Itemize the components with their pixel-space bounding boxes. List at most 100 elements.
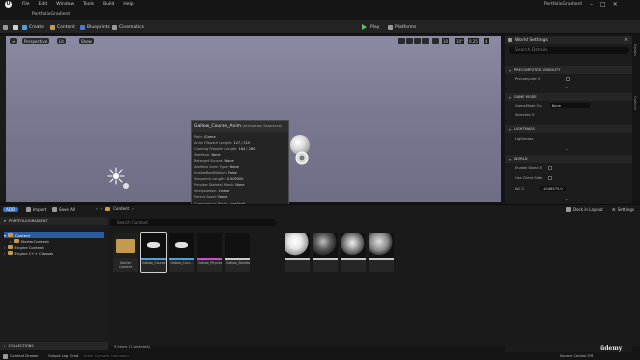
section-world[interactable]: ▾ WORLD bbox=[505, 155, 632, 163]
rail-tab-details[interactable]: Details bbox=[633, 44, 637, 56]
scale-snap-value[interactable]: 0.25 bbox=[468, 38, 479, 44]
select-icon[interactable] bbox=[398, 38, 405, 44]
dock-in-layout-button[interactable]: Dock in Layout bbox=[566, 206, 603, 213]
save-all-button[interactable]: Save All bbox=[52, 206, 75, 213]
world-local-icon[interactable] bbox=[432, 38, 439, 44]
tooltip-property-value: Linear bbox=[218, 189, 230, 194]
asset-tile[interactable] bbox=[369, 233, 394, 272]
asset-tile[interactable]: Gallow_Course bbox=[140, 232, 167, 273]
world-settings-header: World Settings × bbox=[505, 36, 632, 44]
perspective-button[interactable]: Perspective bbox=[22, 38, 50, 44]
asset-type-bar bbox=[197, 258, 222, 260]
enable-world-composition-prop: Enable World E bbox=[515, 166, 553, 170]
menu-tools[interactable]: Tools bbox=[83, 2, 94, 7]
game-mode-select[interactable]: None bbox=[549, 103, 590, 108]
asset-name: Gallow_Course bbox=[142, 261, 166, 265]
blueprints-button[interactable]: Blueprints bbox=[80, 23, 110, 31]
rail-tab-outliner[interactable]: Outliner bbox=[633, 96, 637, 110]
content-button[interactable]: Content bbox=[50, 23, 75, 31]
menu-file[interactable]: File bbox=[22, 2, 30, 7]
add-button[interactable]: ADD bbox=[3, 206, 18, 213]
camera-speed-value[interactable]: 4 bbox=[484, 38, 489, 44]
asset-thumbnail bbox=[197, 233, 222, 258]
world-settings-icon bbox=[508, 38, 512, 42]
output-log-button[interactable]: Output Log bbox=[48, 353, 68, 359]
back-icon[interactable]: ‹ bbox=[96, 206, 98, 211]
left-dock-rail bbox=[0, 36, 6, 202]
asset-thumbnail bbox=[141, 233, 166, 258]
use-client-side-checkbox[interactable] bbox=[548, 176, 553, 180]
breadcrumb-content[interactable]: Content bbox=[113, 206, 129, 211]
breadcrumb: ‹ › Content › bbox=[96, 206, 134, 211]
asset-tile[interactable] bbox=[341, 233, 366, 272]
source-control-button[interactable]: Source Control Off bbox=[560, 353, 593, 359]
content-search-input[interactable]: Search Content bbox=[110, 219, 276, 226]
unreal-logo-icon[interactable]: U bbox=[5, 1, 12, 8]
asset-name: Gallow_Cour... bbox=[170, 261, 193, 265]
game-mode-override-prop: GameMode Ov None bbox=[515, 103, 590, 108]
select-mode-icon[interactable] bbox=[13, 23, 18, 31]
point-light-icon[interactable] bbox=[106, 166, 132, 192]
menu-window[interactable]: Window bbox=[56, 2, 74, 7]
chevron-down-icon[interactable]: ⌄ bbox=[565, 146, 568, 151]
menu-build[interactable]: Build bbox=[103, 2, 114, 7]
grid-snap-value[interactable]: 10 bbox=[442, 38, 450, 44]
asset-name: Gallow_Physicsasset bbox=[198, 261, 222, 265]
tooltip-property-key: Parent Asset: bbox=[194, 195, 218, 200]
close-icon[interactable]: × bbox=[624, 37, 628, 43]
kill-z-input[interactable]: -1048575.0 bbox=[539, 186, 566, 191]
details-search-input[interactable]: Search Details bbox=[509, 47, 629, 54]
section-precomputed-visibility[interactable]: ▾ PRECOMPUTED VISIBILITY bbox=[505, 66, 632, 74]
asset-tile[interactable]: Gallow_Cour... bbox=[169, 233, 194, 272]
tooltip-property-value: None bbox=[211, 153, 221, 158]
cmd-button[interactable]: Cmd bbox=[70, 353, 78, 359]
tooltip-property-value: False bbox=[228, 171, 237, 176]
lit-button[interactable]: Lit bbox=[57, 38, 66, 44]
menu-help[interactable]: Help bbox=[123, 2, 133, 7]
asset-tile[interactable]: Gallow_Physicsasset bbox=[197, 233, 222, 272]
dock-icon bbox=[566, 207, 571, 212]
create-button[interactable]: Create bbox=[22, 23, 44, 31]
scale-icon[interactable] bbox=[422, 38, 429, 44]
settings-button[interactable]: ⚙ Settings bbox=[612, 206, 634, 213]
asset-tile[interactable] bbox=[285, 233, 310, 272]
tooltip-property-value: 164 / 260 bbox=[238, 147, 256, 152]
tooltip-property-value: None bbox=[229, 165, 240, 170]
asset-thumbnail bbox=[369, 233, 394, 258]
show-button[interactable]: Show bbox=[79, 38, 94, 44]
platforms-button[interactable]: Platforms bbox=[388, 23, 416, 31]
play-button[interactable]: Play bbox=[362, 23, 379, 31]
forward-icon[interactable]: › bbox=[101, 206, 103, 211]
asset-tile[interactable] bbox=[313, 233, 338, 272]
precompute-visibility-checkbox[interactable] bbox=[566, 77, 571, 81]
asset-name: Gallow_Skeleton bbox=[226, 261, 250, 265]
sources-header[interactable]: ▾ PORTFOLIOGRADIENT bbox=[0, 217, 108, 225]
folder-icon bbox=[7, 251, 13, 255]
asset-tile[interactable]: Gallow_Skeleton bbox=[225, 233, 250, 272]
sky-light-icon[interactable] bbox=[294, 150, 310, 166]
section-game-mode[interactable]: ▾ GAME MODE bbox=[505, 93, 632, 101]
chevron-down-icon[interactable]: ⌄ bbox=[565, 196, 568, 201]
move-icon[interactable] bbox=[406, 38, 413, 44]
asset-thumbnail bbox=[225, 233, 250, 258]
viewport-menu-button[interactable]: ≡ bbox=[10, 38, 18, 44]
chevron-down-icon[interactable]: ⌄ bbox=[565, 84, 568, 89]
cinematics-button[interactable]: Cinematics bbox=[112, 23, 144, 31]
map-tab[interactable]: PortfolioGradient bbox=[32, 12, 70, 17]
sources-panel: ▾ PORTFOLIOGRADIENT ▾ Content › StarterCont… bbox=[0, 217, 108, 342]
menu-edit[interactable]: Edit bbox=[39, 2, 48, 7]
import-button[interactable]: Import bbox=[26, 206, 46, 213]
close-icon[interactable]: ✕ bbox=[613, 1, 618, 8]
save-icon[interactable] bbox=[3, 23, 8, 31]
content-drawer-button[interactable]: Content Drawer bbox=[3, 353, 39, 359]
maximize-icon[interactable]: □ bbox=[600, 1, 606, 8]
enable-world-composition-checkbox[interactable] bbox=[548, 166, 553, 170]
rotation-snap-value[interactable]: 10° bbox=[455, 38, 465, 44]
console-input[interactable]: Enter Console Command bbox=[82, 353, 130, 359]
minimize-icon[interactable]: – bbox=[590, 1, 593, 8]
section-lightmass[interactable]: ▾ LIGHTMASS bbox=[505, 125, 632, 133]
asset-tile[interactable]: Starter Content bbox=[113, 233, 138, 272]
rotate-icon[interactable] bbox=[414, 38, 421, 44]
collections-header[interactable]: › COLLECTIONS bbox=[0, 342, 108, 350]
tree-item-engine-cpp-classes[interactable]: › Engine C++ Classes bbox=[4, 250, 53, 256]
